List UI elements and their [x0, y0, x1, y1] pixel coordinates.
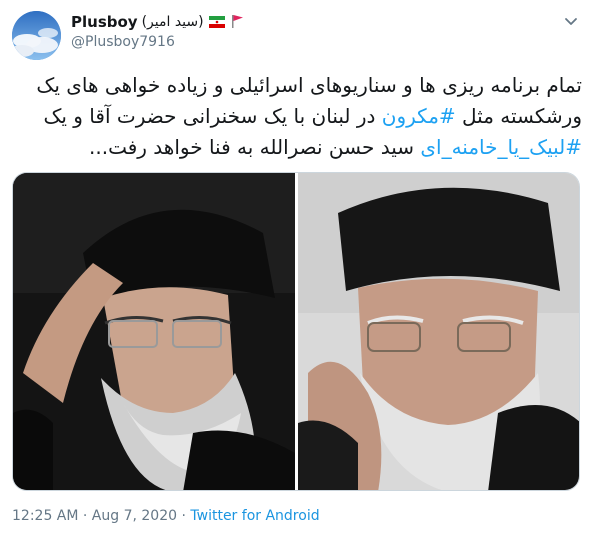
avatar[interactable] [12, 11, 61, 60]
tweet-text-segment: سید حسن نصرالله به فنا خواهد رفت... [89, 135, 421, 159]
hashtag-link[interactable]: #مکرون [382, 104, 456, 128]
photo-left[interactable] [13, 173, 295, 490]
iran-flag-icon [208, 13, 225, 32]
tweet-meta: 12:25 AM · Aug 7, 2020 · Twitter for And… [12, 508, 320, 524]
meta-separator: · [177, 508, 191, 524]
tweet-text-line: #لبیک_یا_خامنه_ای سید حسن نصرالله به فنا… [12, 132, 582, 163]
tweet-text-line: تمام برنامه ریزی ها و سناریوهای اسرائیلی… [12, 70, 582, 101]
tweet-text-segment: در لبنان با یک سخنرانی حضرت آقا و یک [43, 104, 382, 128]
name-row: Plusboy (سید امیر) [71, 12, 244, 32]
chevron-down-icon[interactable] [562, 12, 580, 30]
hashtag-link[interactable]: #لبیک_یا_خامنه_ای [420, 135, 582, 159]
tweet-text-segment: ورشکسته مثل [455, 104, 582, 128]
tweet-card: Plusboy (سید امیر) @Plusboy7916 تمام برن… [0, 0, 593, 538]
tweet-media[interactable] [12, 172, 580, 491]
photo-right[interactable] [298, 173, 579, 490]
tweet-text-segment: تمام برنامه ریزی ها و سناریوهای اسرائیلی… [36, 73, 582, 97]
avatar-image [12, 11, 61, 60]
source-link[interactable]: Twitter for Android [190, 508, 319, 524]
tweet-text: تمام برنامه ریزی ها و سناریوهای اسرائیلی… [12, 70, 582, 163]
display-name[interactable]: Plusboy [71, 13, 138, 31]
display-name-suffix: (سید امیر) [141, 14, 204, 30]
timestamp[interactable]: 12:25 AM · Aug 7, 2020 [12, 508, 177, 524]
tweet-text-line: ورشکسته مثل #مکرون در لبنان با یک سخنران… [12, 101, 582, 132]
user-handle[interactable]: @Plusboy7916 [71, 34, 175, 50]
red-flag-icon [230, 13, 244, 32]
